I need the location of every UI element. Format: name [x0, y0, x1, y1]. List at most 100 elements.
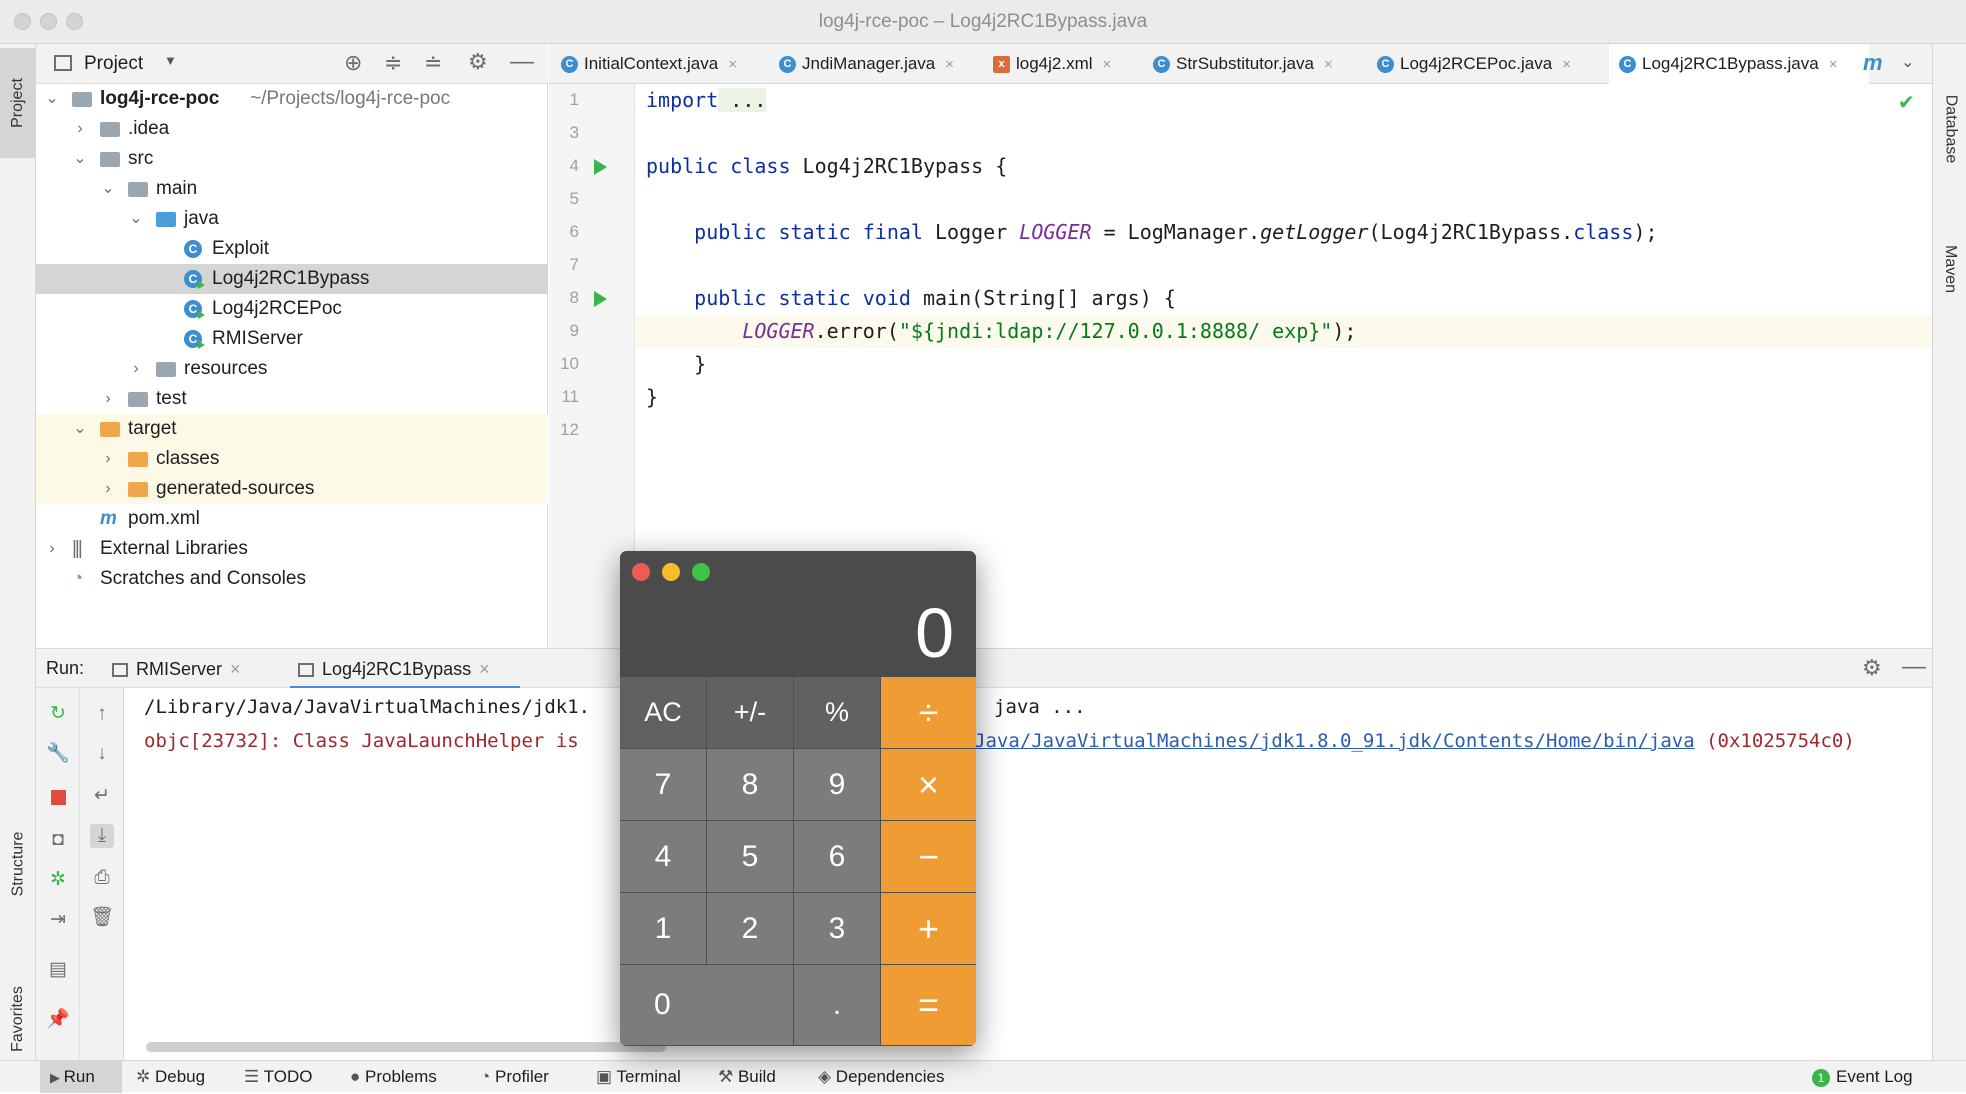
close-icon[interactable]: ×: [1829, 56, 1838, 73]
close-icon[interactable]: ×: [1562, 56, 1571, 73]
chevron-right-icon[interactable]: ›: [44, 534, 60, 564]
tab-log4j2rcepoc[interactable]: C Log4j2RCEPoc.java ×: [1377, 44, 1597, 84]
tree-item-main[interactable]: ⌄ main: [36, 174, 548, 204]
status-build[interactable]: ⚒ Build: [718, 1061, 776, 1093]
database-tool-tab[interactable]: Database: [1933, 74, 1966, 184]
camera-icon[interactable]: ◘: [46, 828, 70, 852]
chevron-down-icon[interactable]: ⌄: [72, 144, 88, 174]
horizontal-scrollbar[interactable]: [146, 1042, 666, 1052]
chevron-down-icon[interactable]: ⌄: [1901, 52, 1914, 72]
chevron-down-icon[interactable]: ▼: [164, 53, 177, 68]
status-event-log[interactable]: 1 Event Log: [1812, 1061, 1913, 1093]
calc-key-6[interactable]: 6: [794, 821, 881, 893]
pin-icon[interactable]: 📌: [46, 1008, 70, 1032]
debug-bug-icon[interactable]: ✲: [46, 868, 70, 892]
gear-icon[interactable]: ⚙: [1862, 655, 1882, 681]
calc-key-3[interactable]: 3: [794, 893, 881, 965]
run-console-output[interactable]: /Library/Java/JavaVirtualMachines/jdk1. j…: [124, 688, 1932, 1060]
hide-panel-icon[interactable]: —: [1902, 653, 1926, 681]
run-gutter-icon[interactable]: [594, 291, 607, 307]
calc-key-1[interactable]: 1: [620, 893, 707, 965]
tree-item-log4j2rc1bypass[interactable]: C Log4j2RC1Bypass: [36, 264, 548, 294]
rerun-icon[interactable]: ↻: [46, 702, 70, 726]
tab-strsubstitutor[interactable]: C StrSubstitutor.java ×: [1153, 44, 1363, 84]
tab-log4j2rc1bypass[interactable]: C Log4j2RC1Bypass.java ×: [1609, 44, 1869, 87]
chevron-right-icon[interactable]: ›: [100, 444, 116, 474]
run-gutter-icon[interactable]: [594, 159, 607, 175]
calc-key-percent[interactable]: %: [794, 677, 881, 749]
calc-key-plus[interactable]: +: [881, 893, 976, 965]
status-profiler[interactable]: ◔ Profiler: [480, 1061, 549, 1093]
calc-key-multiply[interactable]: ×: [881, 749, 976, 821]
maven-icon[interactable]: m: [1863, 50, 1883, 76]
project-tool-tab[interactable]: Project: [0, 48, 36, 158]
gear-icon[interactable]: ⚙: [468, 49, 488, 75]
run-tab-rmiserver[interactable]: RMIServer ×: [112, 649, 282, 689]
collapse-all-icon[interactable]: ≐: [424, 50, 442, 76]
close-icon[interactable]: ×: [1103, 56, 1112, 73]
tree-item-idea[interactable]: › .idea: [36, 114, 548, 144]
calc-zoom-button[interactable]: [692, 563, 710, 581]
tree-item-scratches[interactable]: ◔ Scratches and Consoles: [36, 564, 548, 594]
calc-key-5[interactable]: 5: [707, 821, 794, 893]
tree-item-pom[interactable]: m pom.xml: [36, 504, 548, 534]
tree-item-resources[interactable]: › resources: [36, 354, 548, 384]
tab-log4j2-xml[interactable]: x log4j2.xml ×: [993, 44, 1139, 84]
calc-key-4[interactable]: 4: [620, 821, 707, 893]
locate-file-icon[interactable]: ⊕: [344, 50, 362, 76]
console-path-link[interactable]: Java/JavaVirtualMachines/jdk1.8.0_91.jdk…: [974, 730, 1695, 752]
calc-key-2[interactable]: 2: [707, 893, 794, 965]
calc-key-0[interactable]: 0: [620, 965, 794, 1046]
calc-key-8[interactable]: 8: [707, 749, 794, 821]
chevron-down-icon[interactable]: ⌄: [100, 174, 116, 204]
favorites-tool-tab[interactable]: Favorites: [0, 964, 36, 1074]
tree-item-exploit[interactable]: C Exploit: [36, 234, 548, 264]
calc-key-ac[interactable]: AC: [620, 677, 707, 749]
layout-icon[interactable]: ▤: [46, 958, 70, 982]
status-problems[interactable]: ● Problems: [350, 1061, 437, 1093]
chevron-down-icon[interactable]: ⌄: [72, 414, 88, 444]
close-icon[interactable]: ×: [728, 56, 737, 73]
calc-key-7[interactable]: 7: [620, 749, 707, 821]
trash-icon[interactable]: 🗑: [90, 906, 114, 930]
arrow-down-icon[interactable]: ↓: [90, 742, 114, 766]
calc-key-divide[interactable]: ÷: [881, 677, 976, 749]
print-icon[interactable]: ⎙: [90, 866, 114, 890]
tab-jndimanager[interactable]: C JndiManager.java ×: [779, 44, 979, 84]
status-todo[interactable]: ☰ TODO: [244, 1061, 312, 1093]
stop-icon[interactable]: [46, 788, 70, 812]
wrench-icon[interactable]: 🔧: [46, 742, 70, 766]
status-debug[interactable]: ✲ Debug: [136, 1061, 205, 1093]
scroll-to-end-icon[interactable]: ⤓: [90, 824, 114, 848]
tree-item-rmiserver[interactable]: C RMIServer: [36, 324, 548, 354]
close-icon[interactable]: ×: [479, 659, 490, 679]
project-view-title[interactable]: Project: [84, 53, 143, 75]
calc-key-minus[interactable]: −: [881, 821, 976, 893]
calc-key-decimal[interactable]: .: [794, 965, 881, 1046]
soft-wrap-icon[interactable]: ↵: [90, 784, 114, 808]
login-icon[interactable]: ⇥: [46, 908, 70, 932]
status-run[interactable]: ▶ Run: [40, 1061, 122, 1093]
calc-key-sign[interactable]: +/-: [707, 677, 794, 749]
close-icon[interactable]: ×: [945, 56, 954, 73]
tree-item-generated-sources[interactable]: › generated-sources: [36, 474, 548, 504]
arrow-up-icon[interactable]: ↑: [90, 702, 114, 726]
status-dependencies[interactable]: ◈ Dependencies: [818, 1061, 945, 1093]
chevron-right-icon[interactable]: ›: [100, 474, 116, 504]
calc-minimize-button[interactable]: [662, 563, 680, 581]
tree-item-target[interactable]: ⌄ target: [36, 414, 548, 444]
close-icon[interactable]: ×: [1324, 56, 1333, 73]
hide-panel-icon[interactable]: —: [510, 48, 534, 76]
calc-close-button[interactable]: [632, 563, 650, 581]
expand-all-icon[interactable]: ≑: [384, 50, 402, 76]
tree-item-test[interactable]: › test: [36, 384, 548, 414]
chevron-right-icon[interactable]: ›: [72, 114, 88, 144]
tree-item-log4j2rcepoc[interactable]: C Log4j2RCEPoc: [36, 294, 548, 324]
structure-tool-tab[interactable]: Structure: [0, 804, 36, 924]
status-terminal[interactable]: ▣ Terminal: [596, 1061, 681, 1093]
run-tab-log4j2rc1bypass[interactable]: Log4j2RC1Bypass ×: [290, 649, 520, 689]
maven-tool-tab[interactable]: Maven: [1933, 214, 1966, 324]
chevron-down-icon[interactable]: ⌄: [128, 204, 144, 234]
tree-item-src[interactable]: ⌄ src: [36, 144, 548, 174]
close-icon[interactable]: ×: [230, 659, 241, 679]
